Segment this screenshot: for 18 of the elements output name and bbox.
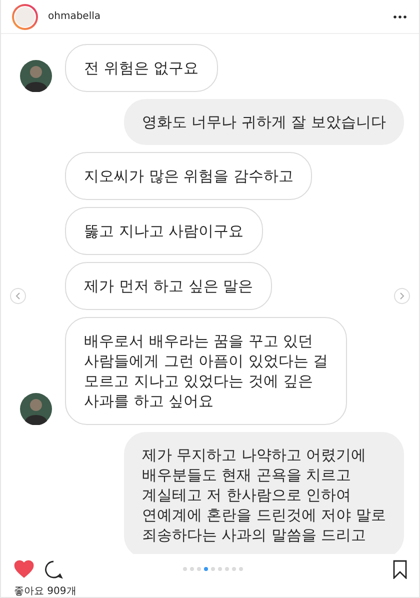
username[interactable]: ohmabella — [48, 11, 101, 22]
message-bubble: 제가 먼저 하고 싶은 말은 — [65, 262, 272, 310]
message-bubble: 뚫고 지나고 사람이구요 — [65, 207, 263, 255]
message-bubble: 전 위험은 없구요 — [65, 44, 218, 92]
contact-avatar — [20, 393, 52, 425]
comment-icon[interactable] — [44, 560, 63, 578]
profile-avatar[interactable] — [12, 4, 38, 30]
heart-icon[interactable] — [14, 560, 34, 578]
message-bubble: 제가 무지하고 나약하고 어렸기에 배우분들도 현재 곤욕을 치르고 계실테고 저 한사람으로 인하여 연예계에 혼란을 드린것에 저야 말로 죄송하다는 사과의 말씀을 드리고 — [124, 432, 404, 554]
message-bubble: 배우로서 배우라는 꿈을 꾸고 있던 사람들에게 그런 아픔이 있었다는 걸 모르고 지나고 있었다는 것에 깊은 사과를 하고 싶어요 — [65, 317, 348, 425]
bookmark-icon[interactable] — [393, 560, 407, 578]
more-options-icon[interactable] — [393, 14, 407, 18]
contact-avatar — [20, 60, 52, 92]
message-bubble: 영화도 너무나 귀하게 잘 보았습니다 — [124, 99, 404, 145]
next-button[interactable] — [394, 288, 410, 304]
like-count[interactable]: 좋아요 909개 — [1, 584, 419, 597]
message-bubble: 지오씨가 많은 위험을 감수하고 — [65, 152, 312, 200]
prev-button[interactable] — [10, 288, 26, 304]
